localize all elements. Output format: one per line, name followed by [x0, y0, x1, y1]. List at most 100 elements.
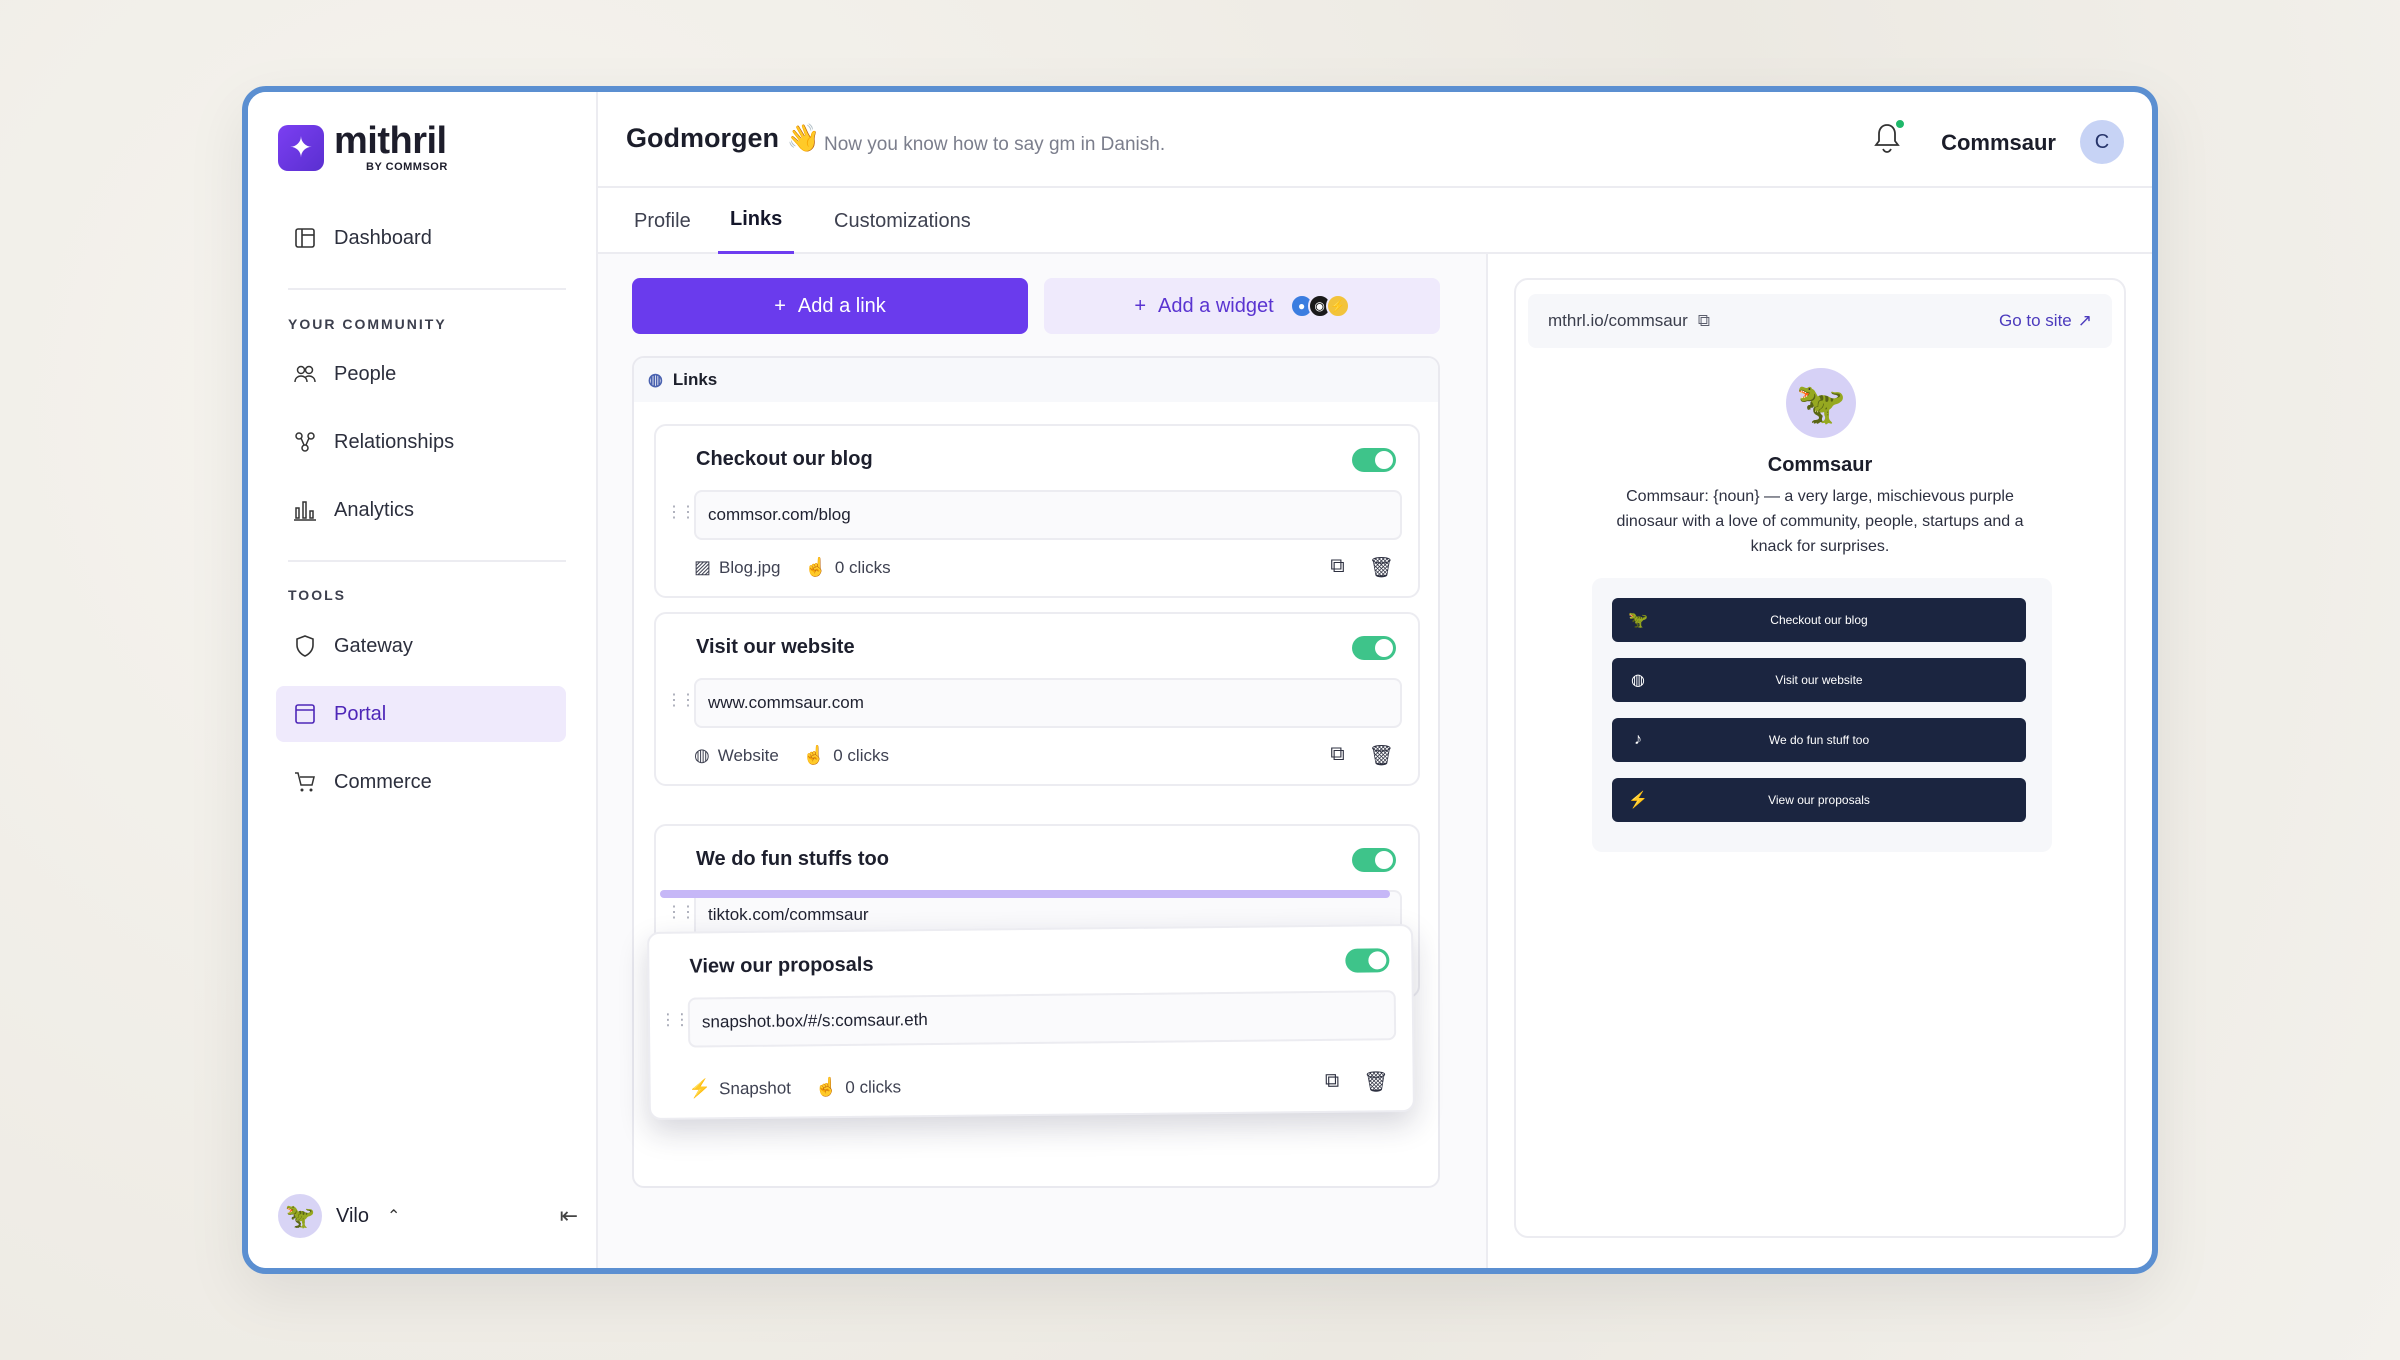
links-panel-title: Links [672, 370, 718, 389]
lightning-icon: ⚡ [688, 1078, 712, 1099]
chevron-up-icon: ⌃ [387, 1208, 401, 1225]
link-card-dragging[interactable]: View our proposals ⋮⋮ snapshot.box/#/s:c… [647, 923, 1415, 1121]
account-name[interactable]: Commsaur [1941, 130, 2056, 156]
globe-icon: ◍ [694, 745, 710, 765]
brand-name: mithril [334, 120, 447, 162]
sidebar-item-people[interactable]: People [276, 346, 566, 402]
link-type[interactable]: Website [718, 746, 779, 766]
preview-url[interactable]: mthrl.io/commsaur [1548, 311, 1688, 331]
brand-sub: BY COMMSOR [366, 161, 448, 173]
preview-link-button[interactable]: ◍ Visit our website [1612, 658, 2026, 702]
column-divider [1486, 254, 1488, 1268]
section-label-tools: TOOLS [288, 587, 346, 603]
copy-icon[interactable]: ⧉ [1330, 743, 1344, 768]
go-to-site-link[interactable]: Go to site ↗ [1999, 311, 2092, 331]
lightning-icon: ⚡ [1325, 294, 1350, 318]
link-type[interactable]: Blog.jpg [719, 558, 780, 578]
link-url-input[interactable]: www.commsaur.com [694, 678, 1402, 728]
link-title[interactable]: We do fun stuffs too [696, 848, 889, 871]
link-type[interactable]: Snapshot [719, 1078, 791, 1099]
card-actions: ⧉ 🗑 [1325, 1069, 1389, 1095]
preview-link-label: View our proposals [1768, 793, 1870, 807]
tab-links[interactable]: Links [718, 188, 795, 254]
copy-icon[interactable]: ⧉ [1698, 311, 1710, 331]
sidebar: ✦ mithril BY COMMSOR Dashboard YOUR COMM… [248, 92, 598, 1268]
notification-bell-icon[interactable] [1872, 118, 1906, 156]
add-link-label: Add a link [797, 294, 886, 317]
people-icon [292, 361, 318, 387]
add-widget-label: Add a widget [1158, 294, 1274, 317]
sidebar-item-label: People [334, 362, 397, 385]
link-card[interactable]: Checkout our blog ⋮⋮ commsor.com/blog ▨ … [654, 424, 1420, 598]
drag-handle-icon[interactable]: ⋮⋮ [666, 690, 696, 710]
sidebar-item-analytics[interactable]: Analytics [276, 482, 566, 538]
sidebar-item-commerce[interactable]: Commerce [276, 754, 566, 810]
tab-customizations[interactable]: Customizations [834, 188, 971, 254]
preview-links: 🦖 Checkout our blog ◍ Visit our website … [1592, 578, 2052, 852]
link-card[interactable]: Visit our website ⋮⋮ www.commsaur.com ◍ … [654, 612, 1420, 786]
link-clicks: 0 clicks [845, 1076, 902, 1097]
layout-icon [292, 225, 318, 251]
trash-icon[interactable]: 🗑 [1369, 743, 1394, 768]
sidebar-item-label: Commerce [334, 770, 432, 793]
preview-link-label: Checkout our blog [1770, 613, 1868, 627]
network-icon [292, 429, 318, 455]
links-editor: + Add a link + Add a widget ● ◉ ⚡ ◍ Link… [598, 254, 1486, 1268]
link-enabled-toggle[interactable] [1352, 636, 1396, 660]
link-clicks: 0 clicks [833, 745, 889, 765]
link-enabled-toggle[interactable] [1352, 848, 1396, 872]
link-enabled-toggle[interactable] [1345, 948, 1390, 973]
link-title[interactable]: Checkout our blog [696, 448, 873, 471]
wave-icon: 👋 [786, 123, 821, 153]
preview-link-button[interactable]: ♪ We do fun stuff too [1612, 718, 2026, 762]
copy-icon[interactable]: ⧉ [1330, 555, 1344, 580]
header: Godmorgen 👋 Now you know how to say gm i… [598, 92, 2152, 188]
sidebar-item-gateway[interactable]: Gateway [276, 618, 566, 674]
preview-link-button[interactable]: 🦖 Checkout our blog [1612, 598, 2026, 642]
avatar: 🦖 [278, 1194, 322, 1238]
link-title[interactable]: Visit our website [696, 636, 855, 659]
sparkle-icon: ✦ [278, 124, 324, 171]
trash-icon[interactable]: 🗑 [1369, 555, 1394, 580]
drag-handle-icon[interactable]: ⋮⋮ [666, 502, 696, 522]
preview-link-button[interactable]: ⚡ View our proposals [1612, 778, 2026, 822]
links-panel-header: ◍ Links [634, 358, 1438, 402]
link-meta: ▨ Blog.jpg ☝ 0 clicks [694, 557, 891, 578]
sidebar-item-relationships[interactable]: Relationships [276, 414, 566, 470]
copy-icon[interactable]: ⧉ [1325, 1070, 1340, 1095]
tab-profile[interactable]: Profile [634, 188, 691, 254]
profile-name: Commsaur [1767, 454, 1873, 476]
sidebar-item-label: Analytics [334, 498, 415, 521]
click-icon: ☝ [804, 557, 827, 577]
link-title[interactable]: View our proposals [689, 954, 873, 979]
user-menu[interactable]: 🦖 Vilo ⌃ ⇤ [278, 1194, 578, 1238]
drag-handle-icon[interactable]: ⋮⋮ [666, 902, 696, 922]
widget-icons: ● ◉ ⚡ [1289, 294, 1350, 318]
globe-icon: ◍ [1631, 672, 1645, 689]
tiktok-icon: ♪ [1634, 731, 1642, 748]
profile-bio: Commsaur: {noun} — a very large, mischie… [1616, 488, 2024, 555]
preview-url-bar: mthrl.io/commsaur ⧉ Go to site ↗ [1528, 294, 2112, 348]
add-link-button[interactable]: + Add a link [632, 278, 1028, 334]
page-title: Godmorgen 👋 [626, 123, 821, 153]
links-panel: ◍ Links Checkout our blog ⋮⋮ commsor.com… [632, 356, 1440, 1188]
link-clicks: 0 clicks [834, 557, 891, 577]
sidebar-item-label: Portal [334, 702, 387, 725]
user-name: Vilo [336, 1204, 369, 1227]
drop-indicator [660, 890, 1390, 898]
brand-logo[interactable]: ✦ mithril BY COMMSOR [278, 122, 448, 173]
account-avatar[interactable]: C [2080, 120, 2124, 164]
collapse-sidebar-icon[interactable]: ⇤ [560, 1203, 578, 1229]
bar-chart-icon [292, 497, 318, 523]
link-enabled-toggle[interactable] [1352, 448, 1396, 472]
add-widget-button[interactable]: + Add a widget ● ◉ ⚡ [1044, 278, 1440, 334]
portal-icon [292, 701, 318, 727]
plus-icon: + [1134, 294, 1147, 317]
link-url-input[interactable]: snapshot.box/#/s:comsaur.eth [687, 990, 1397, 1048]
trash-icon[interactable]: 🗑 [1363, 1069, 1389, 1094]
divider [288, 560, 566, 562]
drag-handle-icon[interactable]: ⋮⋮ [660, 1010, 688, 1030]
sidebar-item-dashboard[interactable]: Dashboard [276, 210, 566, 266]
link-url-input[interactable]: commsor.com/blog [694, 490, 1402, 540]
sidebar-item-portal[interactable]: Portal [276, 686, 566, 742]
